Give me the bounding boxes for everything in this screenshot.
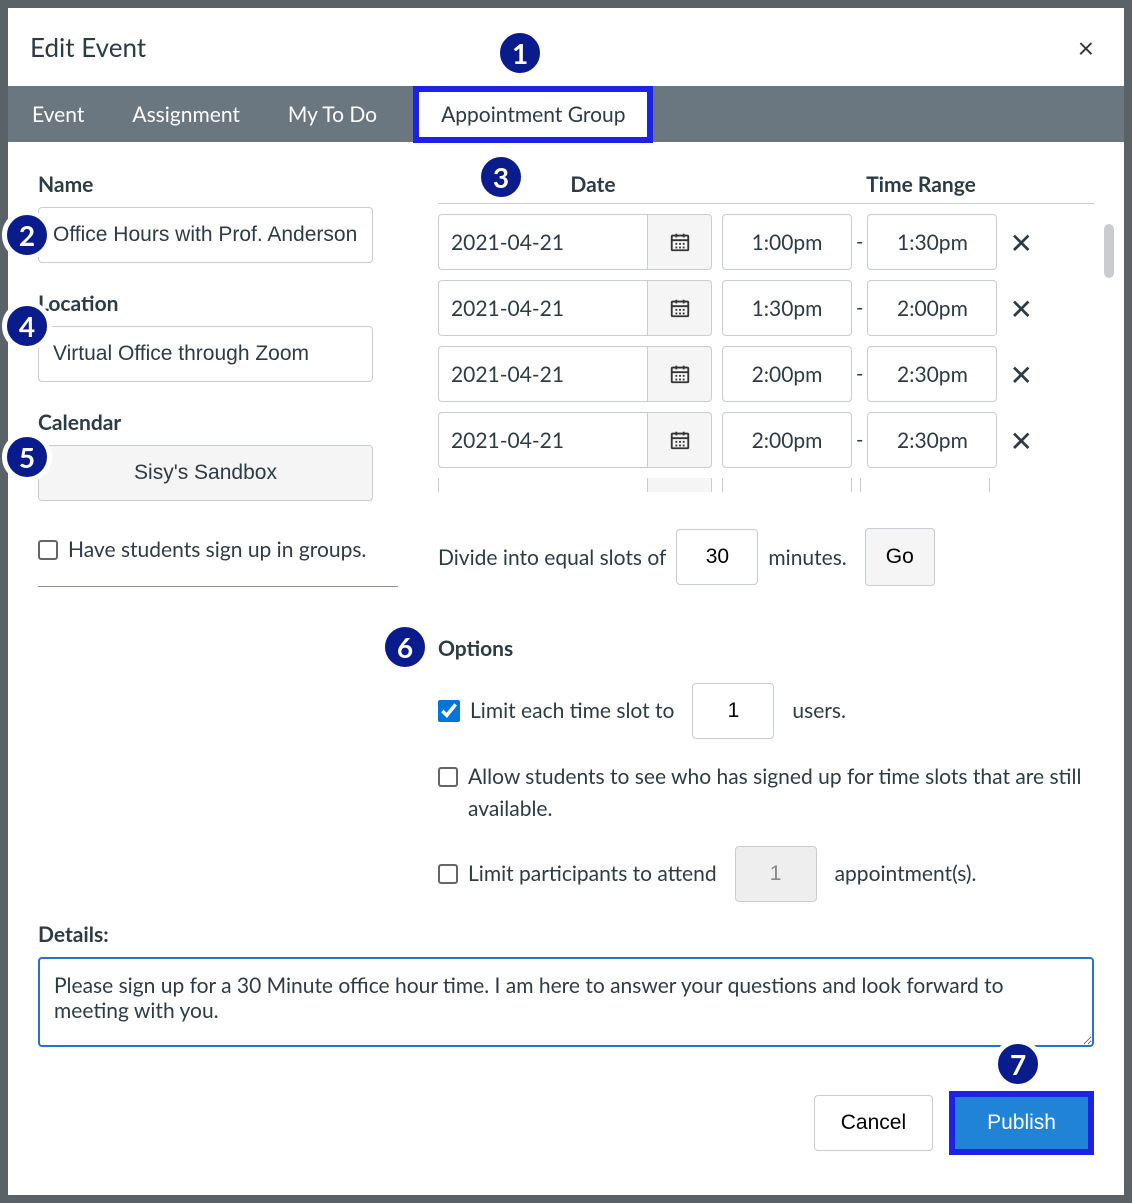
date-input[interactable]: 2021-04-21 [438, 412, 648, 468]
name-field-group: 2 Name [38, 172, 418, 263]
dash: - [856, 230, 863, 254]
calendar-field-group: 5 Calendar Sisy's Sandbox [38, 410, 418, 501]
location-input[interactable] [38, 326, 373, 382]
divide-post-label: minutes. [768, 545, 846, 570]
calendar-icon [669, 363, 691, 385]
annotation-7: 7 [993, 1039, 1043, 1089]
end-time-input[interactable]: 1:30pm [867, 214, 997, 270]
start-time-input[interactable]: 1:00pm [722, 214, 852, 270]
time-slot-row-partial [438, 478, 1094, 492]
publish-button[interactable]: Publish [955, 1097, 1088, 1149]
tab-appointment-group[interactable]: Appointment Group [413, 86, 653, 143]
dash: - [856, 428, 863, 452]
limit-slot-post: users. [792, 695, 846, 727]
calendar-selector[interactable]: Sisy's Sandbox [38, 445, 373, 501]
annotation-6: 6 [380, 622, 430, 672]
calendar-icon [669, 297, 691, 319]
limit-part-post: appointment(s). [835, 858, 977, 890]
tab-assignment[interactable]: Assignment [108, 88, 264, 141]
remove-row-icon[interactable]: ✕ [1009, 423, 1032, 458]
allow-see-checkbox[interactable] [438, 767, 458, 787]
end-time-input[interactable]: 2:30pm [867, 346, 997, 402]
groups-label: Have students sign up in groups. [68, 537, 366, 562]
tab-todo[interactable]: My To Do [264, 88, 401, 141]
time-range-header: Time Range [748, 172, 1094, 197]
limit-users-input[interactable] [692, 683, 774, 739]
date-input[interactable]: 2021-04-21 [438, 280, 648, 336]
calendar-label: Calendar [38, 410, 418, 435]
date-input[interactable]: 2021-04-21 [438, 346, 648, 402]
tab-bar: Event Assignment My To Do 1 Appointment … [8, 86, 1124, 142]
groups-checkbox[interactable] [38, 540, 58, 560]
calendar-icon [669, 231, 691, 253]
limit-slot-pre: Limit each time slot to [470, 695, 674, 727]
calendar-icon-button[interactable] [648, 478, 712, 492]
time-slot-row: 2021-04-21 2:00pm - 2:30pm ✕ [438, 412, 1094, 468]
modal-title: Edit Event [30, 31, 146, 63]
tab-event[interactable]: Event [8, 88, 108, 141]
annotation-1: 1 [495, 28, 545, 78]
end-time-input[interactable]: 2:00pm [867, 280, 997, 336]
end-time-input[interactable]: 2:30pm [867, 412, 997, 468]
remove-row-icon[interactable]: ✕ [1009, 225, 1032, 260]
date-input[interactable]: 2021-04-21 [438, 214, 648, 270]
edit-event-modal: Edit Event × Event Assignment My To Do 1… [8, 8, 1124, 1195]
start-time-input[interactable]: 1:30pm [722, 280, 852, 336]
dash: - [856, 362, 863, 386]
details-textarea[interactable] [38, 957, 1094, 1047]
time-slot-row: 2021-04-21 1:30pm - 2:00pm ✕ [438, 280, 1094, 336]
calendar-icon-button[interactable] [648, 412, 712, 468]
location-label: Location [38, 291, 418, 316]
annotation-5: 5 [2, 432, 52, 482]
close-icon[interactable]: × [1070, 26, 1102, 68]
divide-pre-label: Divide into equal slots of [438, 545, 666, 570]
name-input[interactable] [38, 207, 373, 263]
limit-part-pre: Limit participants to attend [468, 858, 717, 890]
modal-header: Edit Event × [8, 8, 1124, 86]
date-input[interactable] [438, 478, 648, 492]
start-time-input[interactable]: 2:00pm [722, 412, 852, 468]
calendar-icon [669, 429, 691, 451]
options-label: Options [438, 636, 1094, 661]
time-slot-rows: 2021-04-21 1:00pm - 1:30pm ✕ 2021-04-21 … [438, 214, 1094, 492]
scrollbar[interactable] [1104, 224, 1114, 278]
end-time-input[interactable] [860, 478, 990, 492]
go-button[interactable]: Go [865, 528, 935, 586]
time-slot-row: 2021-04-21 2:00pm - 2:30pm ✕ [438, 346, 1094, 402]
calendar-icon-button[interactable] [648, 280, 712, 336]
start-time-input[interactable] [722, 478, 852, 492]
allow-see-label: Allow students to see who has signed up … [468, 761, 1094, 824]
location-field-group: 4 Location [38, 291, 418, 382]
name-label: Name [38, 172, 418, 197]
annotation-4: 4 [2, 301, 52, 351]
annotation-3: 3 [476, 152, 526, 202]
limit-appointments-input [735, 846, 817, 902]
cancel-button[interactable]: Cancel [814, 1095, 933, 1151]
remove-row-icon[interactable]: ✕ [1009, 357, 1032, 392]
time-slot-row: 2021-04-21 1:00pm - 1:30pm ✕ [438, 214, 1094, 270]
calendar-icon-button[interactable] [648, 346, 712, 402]
start-time-input[interactable]: 2:00pm [722, 346, 852, 402]
annotation-2: 2 [2, 210, 52, 260]
limit-participants-checkbox[interactable] [438, 864, 458, 884]
dash: - [856, 296, 863, 320]
calendar-icon-button[interactable] [648, 214, 712, 270]
limit-slot-checkbox[interactable] [438, 700, 460, 722]
remove-row-icon[interactable]: ✕ [1009, 291, 1032, 326]
details-label: Details: [38, 922, 1094, 947]
divide-minutes-input[interactable] [676, 529, 758, 585]
